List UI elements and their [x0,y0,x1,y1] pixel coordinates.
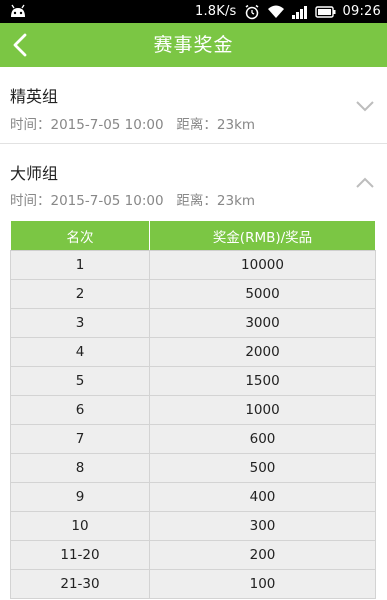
table-row: 3 3000 [10,308,376,338]
prize-cell: 3000 [149,308,376,338]
table-row: 2 5000 [10,279,376,309]
android-icon [11,4,25,17]
clock: 09:26 [342,4,381,19]
network-speed: 1.8K/s [194,4,237,19]
table-row: 4 2000 [10,337,376,367]
rank-cell: 3 [10,308,150,338]
table-row: 6 1000 [10,395,376,425]
prize-cell: 1500 [149,366,376,396]
prize-cell: 100 [149,569,376,599]
battery-icon [314,5,336,18]
signal-icon [291,5,307,19]
group-name: 大师组 [10,164,59,183]
rank-cell: 6 [10,395,150,425]
rank-cell: 2 [10,279,150,309]
group-info: 时间：2015-7-05 10:00 距离：23km [10,117,256,133]
prize-cell: 200 [149,540,376,570]
prize-cell: 400 [149,482,376,512]
rank-cell: 4 [10,337,150,367]
rank-cell: 8 [10,453,150,483]
table-row: 5 1500 [10,366,376,396]
table-row: 8 500 [10,453,376,483]
rank-cell: 1 [10,250,150,280]
group-master-header[interactable]: 大师组 时间：2015-7-05 10:00 距离：23km [0,144,387,220]
rank-cell: 5 [10,366,150,396]
app-header: 赛事奖金 [0,23,387,67]
prize-cell: 2000 [149,337,376,367]
group-info: 时间：2015-7-05 10:00 距离：23km [10,193,256,209]
table-row: 10 300 [10,511,376,541]
prize-cell: 500 [149,453,376,483]
prize-cell: 5000 [149,279,376,309]
table-row: 9 400 [10,482,376,512]
column-header-prize: 奖金(RMB)/奖品 [149,220,376,251]
wifi-icon [267,5,284,18]
table-row: 21-30 100 [10,569,376,599]
group-name: 精英组 [10,87,59,106]
table-row: 11-20 200 [10,540,376,570]
alarm-icon [245,4,258,19]
rank-cell: 10 [10,511,150,541]
group-elite-header[interactable]: 精英组 时间：2015-7-05 10:00 距离：23km [0,67,387,144]
table-row: 7 600 [10,424,376,454]
table-body: 1 10000 2 5000 3 3000 4 2000 5 1500 6 1000 7 600 8 500 9… [10,250,376,599]
prize-cell: 300 [149,511,376,541]
column-header-rank: 名次 [10,220,150,251]
rank-cell: 21-30 [10,569,150,599]
table-row: 1 10000 [10,250,376,280]
prize-table: 名次 奖金(RMB)/奖品 1 10000 2 5000 3 3000 4 2000 5 1500… [10,220,376,599]
chevron-down-icon[interactable] [355,99,375,113]
prize-cell: 10000 [149,250,376,280]
table-header-row: 名次 奖金(RMB)/奖品 [10,220,376,251]
prize-cell: 1000 [149,395,376,425]
page-title: 赛事奖金 [153,34,234,56]
prize-cell: 600 [149,424,376,454]
status-bar: 1.8K/s 09:26 [0,0,387,23]
rank-cell: 9 [10,482,150,512]
rank-cell: 7 [10,424,150,454]
chevron-up-icon[interactable] [355,176,375,190]
rank-cell: 11-20 [10,540,150,570]
